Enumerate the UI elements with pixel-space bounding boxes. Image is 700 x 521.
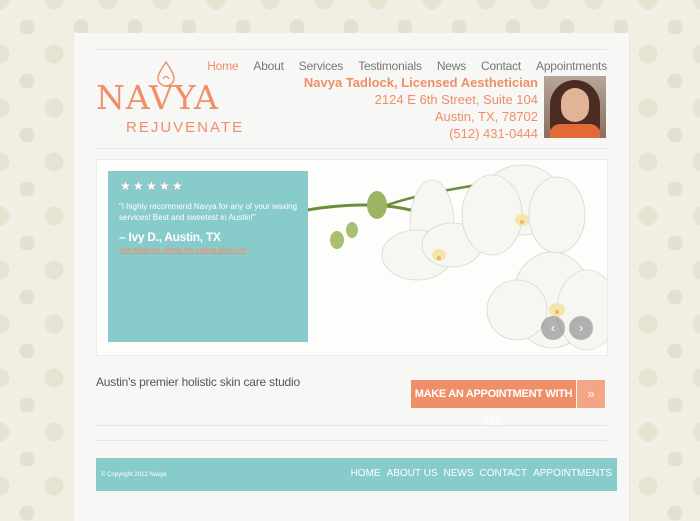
testimonial-quote: "I highly recommend Navya for any of you… [119,202,298,222]
chevron-left-icon[interactable]: ‹ [541,316,565,340]
main-nav: Home About Services Testimonials News Co… [207,59,607,73]
footer: © Copyright 2012 Navya HOME ABOUT US NEW… [96,458,617,491]
contact-address: 2124 E 6th Street, Suite 104 [374,92,538,107]
footer-link-contact[interactable]: CONTACT [480,468,528,479]
divider [96,148,607,149]
star-icon: ★ [146,179,157,193]
tagline: Austin's premier holistic skin care stud… [96,375,300,389]
nav-home[interactable]: Home [207,59,238,73]
contact-name: Navya Tadlock, Licensed Aesthetician [303,75,538,90]
star-icon: ★ [120,179,131,193]
nav-contact[interactable]: Contact [481,59,521,73]
footer-link-news[interactable]: NEWS [444,468,474,479]
contact-city: Austin, TX, 78702 [434,109,538,124]
star-icon: ★ [159,179,170,193]
chevron-right-icon[interactable]: › [569,316,593,340]
star-icon: ★ [172,179,183,193]
nav-news[interactable]: News [437,59,466,73]
divider [96,440,607,441]
copyright-text: © Copyright 2012 Navya [101,472,167,478]
footer-link-appointments[interactable]: APPOINTMENTS [533,468,612,479]
profile-photo [544,76,606,138]
nav-services[interactable]: Services [299,59,344,73]
logo-wordmark: NAVYA [96,78,219,117]
footer-link-about-us[interactable]: ABOUT US [387,468,438,479]
contact-phone[interactable]: (512) 431-0444 [304,125,538,142]
star-icon: ★ [133,179,144,193]
nav-testimonials[interactable]: Testimonials [358,59,422,73]
testimonials-link[interactable]: See what our clients are saying about us… [119,247,247,254]
hero-slider: ★ ★ ★ ★ ★ "I highly recommend Navya for … [96,159,608,356]
footer-link-home[interactable]: HOME [351,468,381,479]
testimonial-author: – Ivy D., Austin, TX [119,230,221,244]
nav-appointments[interactable]: Appointments [536,59,607,73]
testimonial-card: ★ ★ ★ ★ ★ "I highly recommend Navya for … [108,171,308,342]
page-container: NAVYA REJUVENATE Home About Services Tes… [73,33,630,521]
rating-stars: ★ ★ ★ ★ ★ [120,179,183,193]
divider [96,49,607,50]
contact-info: Navya Tadlock, Licensed Aesthetician 212… [304,74,538,142]
footer-nav: HOME ABOUT US NEWS CONTACT APPOINTMENTS [351,468,612,479]
nav-about[interactable]: About [253,59,284,73]
logo-subtitle: REJUVENATE [126,119,245,136]
double-chevron-right-icon[interactable]: » [577,380,605,408]
divider [96,425,607,426]
appointment-button[interactable]: MAKE AN APPOINTMENT WITH US! [411,380,576,428]
